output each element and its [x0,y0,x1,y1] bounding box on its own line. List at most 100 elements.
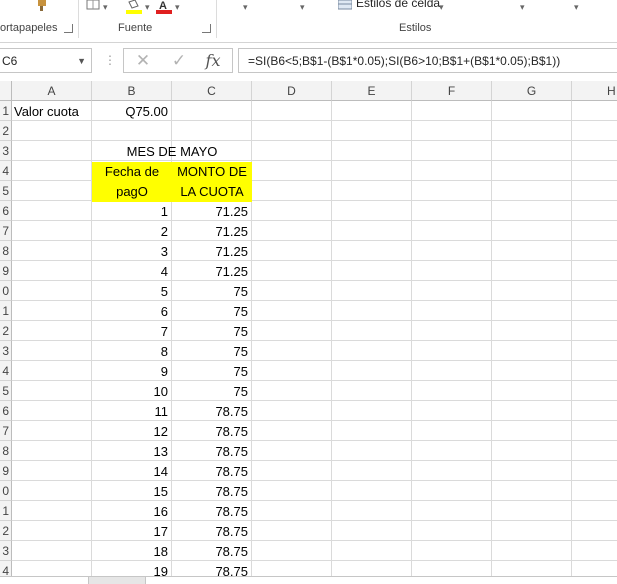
row-header[interactable]: 1 [0,501,12,521]
borders-dropdown-icon[interactable]: ▾ [103,2,108,13]
font-color-icon[interactable]: A [156,0,172,14]
borders-icon[interactable] [86,0,100,10]
cell-amount[interactable]: 71.25 [172,242,252,262]
row-header[interactable]: 1 [0,301,12,321]
cell-styles-dropdown-icon[interactable]: ▾ [439,2,444,13]
cell-day[interactable]: 4 [92,262,172,282]
formula-bar-grip-icon[interactable]: ⋮ [104,53,116,67]
cell-amount[interactable]: 75 [172,342,252,362]
cell-day[interactable]: 5 [92,282,172,302]
cell-amount[interactable]: 75 [172,282,252,302]
row-header[interactable]: 7 [0,221,12,241]
font-color-dropdown-icon[interactable]: ▾ [175,2,180,13]
column-header-a[interactable]: A [12,81,92,101]
cell-day[interactable]: 17 [92,522,172,542]
cell-day[interactable]: 10 [92,382,172,402]
alignment-dropdown-icon[interactable]: ▾ [243,2,248,13]
cell-day[interactable]: 8 [92,342,172,362]
clipboard-launcher-icon[interactable] [64,24,73,33]
cell-b1[interactable]: Q75.00 [92,102,172,122]
select-all-corner[interactable] [0,81,12,101]
cell-amount[interactable]: 75 [172,302,252,322]
row-header[interactable]: 2 [0,121,12,141]
row-header[interactable]: 8 [0,241,12,261]
row-header[interactable]: 3 [0,141,12,161]
cell-amount[interactable]: 78.75 [172,462,252,482]
cells-dropdown-icon[interactable]: ▾ [520,2,525,13]
cell-amount[interactable]: 75 [172,322,252,342]
cell-amount[interactable]: 78.75 [172,522,252,542]
cell-styles-button[interactable]: Estilos de celda [356,0,440,10]
cell-amount[interactable]: 71.25 [172,222,252,242]
name-box[interactable]: C6 ▼ [0,48,92,73]
cell-day[interactable]: 16 [92,502,172,522]
fill-color-icon[interactable] [126,0,142,14]
cell-day[interactable]: 9 [92,362,172,382]
cell-amount[interactable]: 78.75 [172,422,252,442]
editing-dropdown-icon[interactable]: ▾ [574,2,579,13]
cell-b5[interactable]: pagO [92,182,172,202]
cell-b3[interactable]: MES DE MAYO [92,142,252,162]
cell-day[interactable]: 1 [92,202,172,222]
cell-amount[interactable]: 78.75 [172,542,252,562]
cell-day[interactable]: 3 [92,242,172,262]
enter-icon[interactable]: ✓ [164,49,194,72]
cell-amount[interactable]: 78.75 [172,442,252,462]
format-painter-icon[interactable] [34,0,50,12]
row-header[interactable]: 4 [0,161,12,181]
cancel-icon[interactable]: ✕ [128,49,158,72]
row-header[interactable]: 3 [0,541,12,561]
row-header[interactable]: 2 [0,521,12,541]
column-header-g[interactable]: G [492,81,572,101]
row-header[interactable]: 0 [0,481,12,501]
fill-color-dropdown-icon[interactable]: ▾ [145,2,150,13]
column-header-c[interactable]: C [172,81,252,101]
cell-amount[interactable]: 78.75 [172,402,252,422]
row-header[interactable]: 4 [0,361,12,381]
row-header[interactable]: 0 [0,281,12,301]
ribbon: ortapapeles ▾ ▾ A ▾ Fuente ▾ ▾ Estilos d… [0,0,617,43]
column-header-e[interactable]: E [332,81,412,101]
row-header[interactable]: 7 [0,421,12,441]
row-header[interactable]: 1 [0,101,12,121]
cell-a1[interactable]: Valor cuota [14,102,79,122]
ribbon-separator [216,0,217,38]
formula-input[interactable]: =SI(B6<5;B$1-(B$1*0.05);SI(B6>10;B$1+(B$… [238,48,617,73]
cell-c4[interactable]: MONTO DE [172,162,252,182]
column-header-h[interactable]: H [572,81,617,101]
row-header[interactable]: 2 [0,321,12,341]
cell-b4[interactable]: Fecha de [92,162,172,182]
row-header[interactable]: 5 [0,381,12,401]
column-header-f[interactable]: F [412,81,492,101]
cell-amount[interactable]: 71.25 [172,202,252,222]
cell-amount[interactable]: 78.75 [172,502,252,522]
row-header[interactable]: 9 [0,461,12,481]
cell-day[interactable]: 12 [92,422,172,442]
row-header[interactable]: 6 [0,401,12,421]
insert-function-icon[interactable]: fx [198,49,228,72]
cell-day[interactable]: 6 [92,302,172,322]
font-launcher-icon[interactable] [202,24,211,33]
column-header-d[interactable]: D [252,81,332,101]
row-header[interactable]: 5 [0,181,12,201]
name-box-dropdown-icon[interactable]: ▼ [77,49,86,73]
cell-amount[interactable]: 75 [172,362,252,382]
cell-c5[interactable]: LA CUOTA [172,182,252,202]
cell-day[interactable]: 14 [92,462,172,482]
number-format-dropdown-icon[interactable]: ▾ [300,2,305,13]
cell-day[interactable]: 13 [92,442,172,462]
row-header[interactable]: 6 [0,201,12,221]
cell-day[interactable]: 7 [92,322,172,342]
cell-day[interactable]: 2 [92,222,172,242]
cell-day[interactable]: 11 [92,402,172,422]
column-header-b[interactable]: B [92,81,172,101]
cell-day[interactable]: 15 [92,482,172,502]
row-header[interactable]: 9 [0,261,12,281]
cell-day[interactable]: 18 [92,542,172,562]
cell-styles-icon[interactable] [338,0,352,10]
row-header[interactable]: 8 [0,441,12,461]
cell-amount[interactable]: 71.25 [172,262,252,282]
row-header[interactable]: 3 [0,341,12,361]
cell-amount[interactable]: 75 [172,382,252,402]
cell-amount[interactable]: 78.75 [172,482,252,502]
